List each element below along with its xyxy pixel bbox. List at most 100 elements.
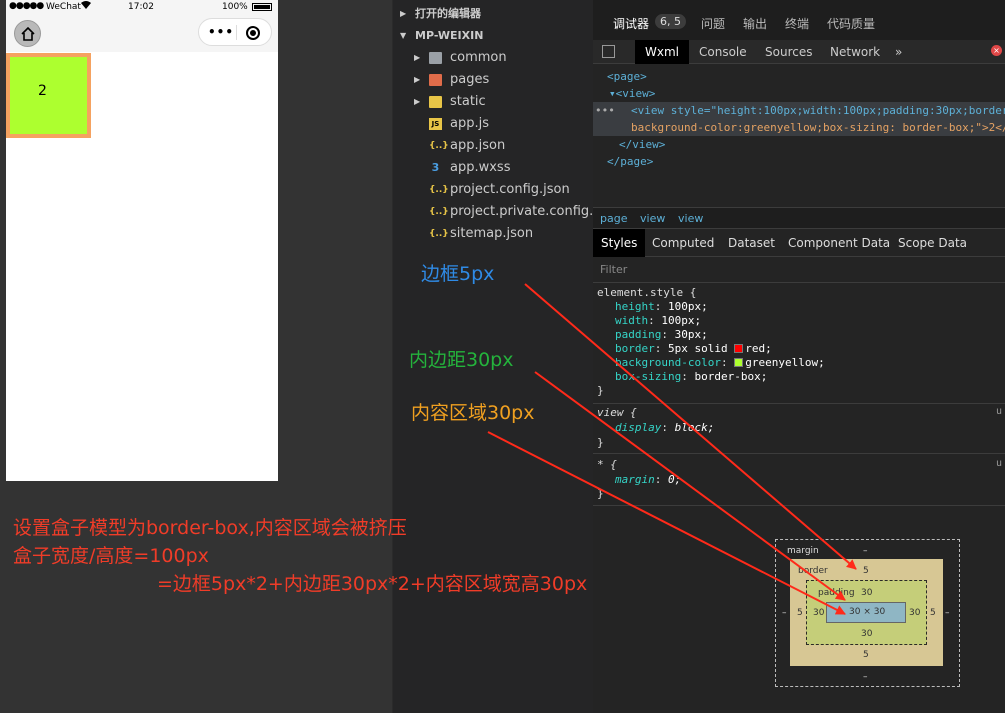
box-model-margin-label: margin	[787, 546, 819, 556]
box-model-padding-left: 30	[813, 608, 825, 618]
file-name: common	[450, 50, 507, 65]
more-tabs-icon[interactable]: »	[889, 40, 908, 64]
more-icon[interactable]: •••	[208, 25, 234, 39]
json-file-icon: {..}	[429, 229, 449, 239]
style-prop-border[interactable]: border: 5px solid red;	[615, 342, 772, 356]
file-project-config[interactable]: {..} project.config.json	[393, 179, 594, 201]
ellipsis-icon: •••	[595, 104, 615, 117]
box-model-margin-right: –	[945, 608, 950, 618]
file-name: app.wxss	[450, 160, 511, 175]
tab-code-quality[interactable]: 代码质量	[827, 15, 875, 32]
phone-simulator: ●●●●● WeChat 17:02 100% ••• 2	[6, 0, 278, 481]
wxml-tag: <view>	[615, 87, 656, 100]
box-model-padding-bottom: 30	[861, 629, 873, 639]
tab-dataset[interactable]: Dataset	[720, 229, 783, 257]
folder-static[interactable]: ▶ static	[393, 91, 594, 113]
style-prop-height[interactable]: height: 100px;	[615, 300, 708, 314]
box-model-margin-left: –	[782, 608, 787, 618]
file-app-js[interactable]: JS app.js	[393, 113, 594, 135]
js-file-icon: JS	[429, 118, 442, 130]
tab-output[interactable]: 输出	[743, 15, 767, 32]
rule-selector: element.style {	[597, 286, 697, 299]
box-model-content-size: 30 × 30	[849, 607, 886, 617]
box-model-border-right: 5	[930, 608, 936, 618]
tab-debugger[interactable]: 调试器	[613, 15, 649, 32]
devtools-panel: 调试器 6, 5 问题 输出 终端 代码质量 Wxml Console Sour…	[593, 0, 1005, 713]
devtools-tabs: Wxml Console Sources Network »	[593, 40, 1005, 64]
tab-computed[interactable]: Computed	[644, 229, 722, 257]
annotation-summary-line1: 设置盒子模型为border-box,内容区域会被挤压	[13, 517, 407, 539]
tab-wxml[interactable]: Wxml	[635, 40, 689, 64]
styles-filter-input[interactable]: Filter	[593, 257, 1005, 283]
wxml-selected-line2: background-color:greenyellow;box-sizing:…	[631, 121, 1005, 134]
style-prop-box-sizing[interactable]: box-sizing: border-box;	[615, 370, 767, 384]
color-swatch-icon[interactable]	[734, 358, 744, 367]
wxml-node-view[interactable]: ▾<view>	[609, 85, 1005, 102]
annotation-summary-line2: 盒子宽度/高度=100px	[13, 545, 209, 567]
open-editors-header[interactable]: ▶ 打开的编辑器	[393, 3, 594, 25]
demo-box: 2	[10, 57, 87, 134]
tab-console[interactable]: Console	[693, 40, 753, 64]
box-model-padding-label: padding	[818, 588, 855, 598]
style-prop-background-color[interactable]: background-color: greenyellow;	[615, 356, 825, 370]
box-model-padding-right: 30	[909, 608, 921, 618]
file-app-json[interactable]: {..} app.json	[393, 135, 594, 157]
wxml-node-selected[interactable]: ••• <view style="height:100px;width:100p…	[593, 102, 1005, 119]
file-sitemap[interactable]: {..} sitemap.json	[393, 223, 594, 245]
breadcrumb-view-selected[interactable]: view	[678, 212, 703, 225]
project-label: MP-WEIXIN	[415, 29, 484, 42]
style-prop-margin[interactable]: margin: 0;	[615, 473, 681, 487]
box-model-margin-top: –	[863, 546, 868, 556]
tab-sources[interactable]: Sources	[759, 40, 818, 64]
tab-network[interactable]: Network	[824, 40, 886, 64]
style-prop-width[interactable]: width: 100px;	[615, 314, 701, 328]
tab-scope-data[interactable]: Scope Data	[890, 229, 975, 257]
wxml-node-selected-cont[interactable]: background-color:greenyellow;box-sizing:…	[593, 119, 1005, 136]
chevron-right-icon: ▶	[414, 75, 421, 84]
json-file-icon: {..}	[429, 141, 449, 151]
box-model-border-label: border	[798, 566, 828, 576]
caret-down-icon: ▾	[609, 87, 616, 100]
wxml-node-page[interactable]: <page>	[607, 68, 1005, 85]
file-project-private-config[interactable]: {..} project.private.config.js...	[393, 201, 594, 223]
rule-selector: view {	[597, 406, 637, 419]
json-file-icon: {..}	[429, 207, 449, 217]
rule-source[interactable]: u	[996, 406, 1002, 417]
breadcrumb: page view view	[593, 207, 1005, 229]
tab-component-data[interactable]: Component Data	[780, 229, 898, 257]
capsule-divider	[236, 25, 237, 40]
wxml-selected-line1: <view style="height:100px;width:100px;pa…	[631, 104, 1005, 117]
file-name: project.private.config.js...	[450, 204, 594, 219]
style-prop-display[interactable]: display: block;	[615, 421, 714, 435]
folder-pages[interactable]: ▶ pages	[393, 69, 594, 91]
color-swatch-icon[interactable]	[734, 344, 744, 353]
close-icon[interactable]: ×	[991, 45, 1002, 56]
panel-tabs: 调试器 6, 5 问题 输出 终端 代码质量	[593, 0, 1005, 40]
tab-problems[interactable]: 问题	[701, 15, 725, 32]
rule-selector: * {	[597, 458, 617, 471]
home-button[interactable]	[14, 20, 41, 47]
box-model-margin-bottom: –	[863, 672, 868, 682]
close-miniprogram-icon[interactable]	[246, 26, 260, 40]
demo-box-border: 2	[6, 53, 91, 138]
element-style-rule: element.style { height: 100px; width: 10…	[593, 284, 1005, 404]
folder-icon	[429, 52, 442, 64]
rule-close: }	[597, 487, 604, 500]
capsule-menu: •••	[198, 18, 272, 46]
folder-common[interactable]: ▶ common	[393, 47, 594, 69]
styles-tabs: Styles Computed Dataset Component Data S…	[593, 229, 1005, 257]
box-model-border-bottom: 5	[863, 650, 869, 660]
file-app-wxss[interactable]: 3 app.wxss	[393, 157, 594, 179]
file-name: pages	[450, 72, 490, 87]
chevron-right-icon: ▶	[414, 97, 421, 106]
folder-icon	[429, 74, 442, 86]
breadcrumb-page[interactable]: page	[600, 212, 627, 225]
wxml-node-view-close: </view>	[619, 138, 666, 151]
tab-styles[interactable]: Styles	[593, 229, 646, 257]
inspect-element-icon[interactable]	[602, 45, 615, 58]
breadcrumb-view[interactable]: view	[640, 212, 665, 225]
rule-source[interactable]: u	[996, 458, 1002, 469]
tab-terminal[interactable]: 终端	[785, 15, 809, 32]
project-header[interactable]: ▼ MP-WEIXIN	[393, 25, 594, 47]
style-prop-padding[interactable]: padding: 30px;	[615, 328, 708, 342]
